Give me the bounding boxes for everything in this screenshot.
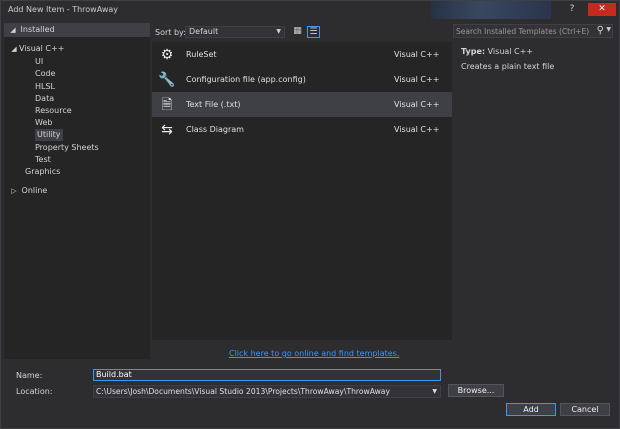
search-icon[interactable]: ⚲: [597, 25, 604, 36]
tree-item-resource[interactable]: Resource: [35, 105, 72, 117]
tree-item-code[interactable]: Code: [35, 68, 55, 80]
list-view-icon[interactable]: ☰: [307, 26, 320, 38]
tree-item-label: Visual C++: [19, 44, 65, 53]
template-language: Visual C++: [394, 125, 440, 134]
template-name: Configuration file (app.config): [186, 75, 306, 84]
cancel-button[interactable]: Cancel: [560, 403, 610, 416]
tree-item-label: UI: [35, 57, 44, 66]
text-file-icon: 🗎: [161, 97, 173, 113]
search-placeholder: Search Installed Templates (Ctrl+E): [456, 27, 590, 36]
template-list: ⚙ RuleSet Visual C++ 🔧 Configuration file (a…: [152, 42, 452, 340]
close-button[interactable]: ✕: [588, 3, 616, 16]
type-value: Visual C++: [487, 47, 534, 56]
tree-item-hlsl[interactable]: HLSL: [35, 81, 55, 93]
background-window-strip: [431, 1, 551, 19]
template-description: Creates a plain text file: [461, 62, 555, 71]
template-item[interactable]: ⚙ RuleSet Visual C++: [152, 42, 452, 67]
template-language: Visual C++: [394, 50, 440, 59]
template-type: Type: Visual C++: [461, 47, 533, 56]
expand-arrow-icon[interactable]: ◢: [8, 24, 18, 36]
template-category-tree: ◢ Installed ◢ Visual C++ UI Code HLSL Data Res…: [4, 23, 150, 359]
tree-item-web[interactable]: Web: [35, 117, 52, 129]
collapse-arrow-icon[interactable]: ▷: [9, 185, 19, 197]
tree-item-label: Test: [35, 155, 51, 164]
help-button[interactable]: ?: [564, 3, 580, 16]
search-options-icon[interactable]: ▼: [606, 26, 611, 33]
online-link-row: Click here to go online and find templat…: [152, 341, 452, 365]
tree-item-ui[interactable]: UI: [35, 56, 43, 68]
sort-label: Sort by:: [155, 28, 186, 37]
title-bar: Add New Item - ThrowAway ? ✕: [1, 1, 619, 19]
chevron-down-icon: ▼: [276, 28, 281, 35]
tree-item-installed[interactable]: ◢ Installed: [4, 23, 150, 37]
template-name: Class Diagram: [186, 125, 244, 134]
tree-item-data[interactable]: Data: [35, 93, 54, 105]
tree-item-label: HLSL: [35, 82, 56, 91]
tree-item-label: Code: [35, 69, 56, 78]
template-language: Visual C++: [394, 75, 440, 84]
tree-item-label: Data: [35, 94, 55, 103]
tree-item-label: Property Sheets: [35, 143, 99, 152]
class-diagram-icon: ⇆: [161, 122, 173, 138]
tree-item-label: Utility: [37, 130, 61, 139]
tree-item-property-sheets[interactable]: Property Sheets: [35, 142, 99, 154]
find-templates-online-link[interactable]: Click here to go online and find templat…: [229, 349, 399, 358]
search-templates-input[interactable]: Search Installed Templates (Ctrl+E) ⚲ ▼: [453, 24, 613, 38]
tree-item-utility[interactable]: Utility: [35, 129, 63, 141]
tree-item-test[interactable]: Test: [35, 154, 51, 166]
browse-button[interactable]: Browse...: [448, 384, 504, 397]
chevron-down-icon: ▼: [432, 388, 437, 395]
sort-toolbar: Sort by: Default ▼ ▦ ☰: [152, 23, 452, 41]
tree-item-label: Graphics: [25, 167, 61, 176]
template-name: Text File (.txt): [186, 100, 241, 109]
window-title: Add New Item - ThrowAway: [8, 5, 119, 14]
template-name: RuleSet: [186, 50, 217, 59]
location-value: C:\Users\Josh\Documents\Visual Studio 20…: [96, 387, 390, 396]
add-button[interactable]: Add: [506, 403, 556, 416]
expand-arrow-icon[interactable]: ◢: [9, 43, 19, 55]
tree-item-visual-c-[interactable]: ◢ Visual C++: [9, 43, 64, 55]
add-new-item-dialog: Add New Item - ThrowAway ? ✕ ◢ Installed…: [0, 0, 620, 429]
template-item[interactable]: 🔧 Configuration file (app.config) Visual C…: [152, 67, 452, 92]
sort-dropdown[interactable]: Default ▼: [185, 26, 285, 38]
type-label: Type:: [461, 47, 486, 56]
name-label: Name:: [16, 371, 43, 380]
tree-item-label: Resource: [35, 106, 72, 115]
name-field[interactable]: Build.bat: [93, 369, 441, 381]
location-label: Location:: [16, 387, 53, 396]
grid-view-icon[interactable]: ▦: [291, 26, 304, 38]
ruleset-icon: ⚙: [160, 47, 174, 63]
tree-item-online[interactable]: ▷ Online: [9, 185, 47, 197]
sort-value: Default: [189, 27, 219, 36]
template-language: Visual C++: [394, 100, 440, 109]
location-dropdown[interactable]: C:\Users\Josh\Documents\Visual Studio 20…: [93, 385, 441, 398]
template-item[interactable]: ⇆ Class Diagram Visual C++: [152, 117, 452, 142]
template-item[interactable]: 🗎 Text File (.txt) Visual C++: [152, 92, 452, 117]
tree-item-label: Web: [35, 118, 53, 127]
tree-item-graphics[interactable]: Graphics: [25, 166, 60, 178]
item-form: Name: Build.bat Location: C:\Users\Josh\…: [4, 364, 618, 428]
config-file-icon: 🔧: [158, 72, 176, 88]
